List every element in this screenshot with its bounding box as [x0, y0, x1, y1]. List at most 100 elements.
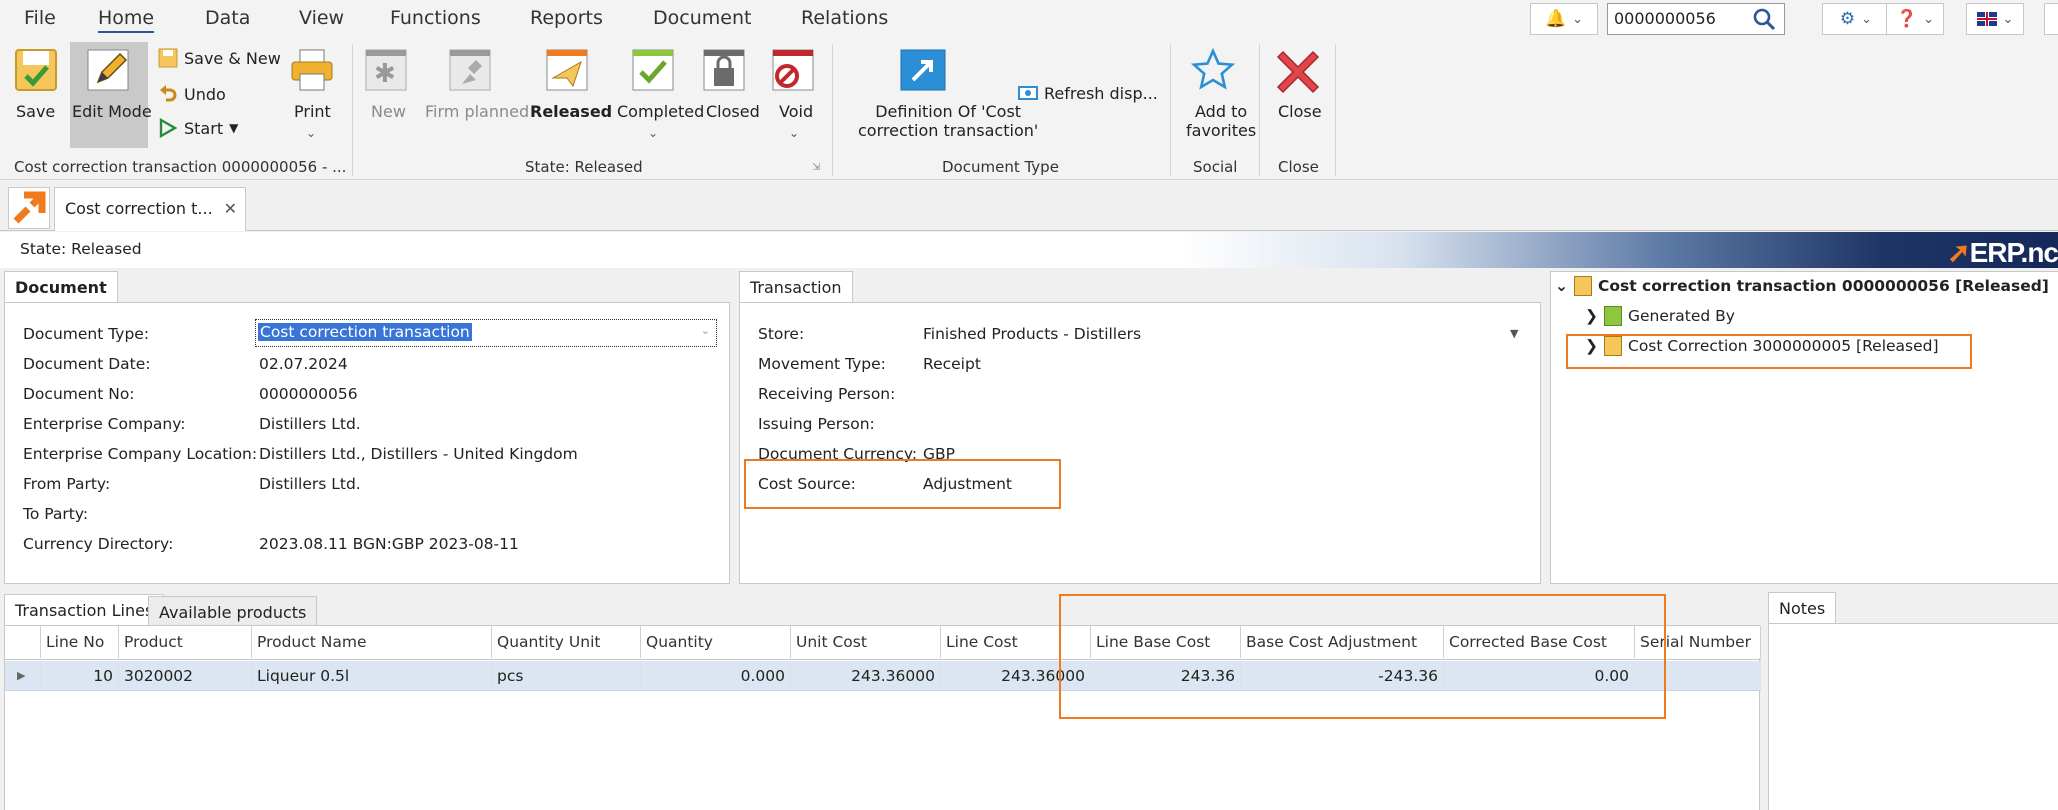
overflow-button[interactable] — [2044, 3, 2058, 35]
add-favorites-button[interactable]: Add to favorites — [1186, 102, 1256, 140]
close-button[interactable]: Close — [1278, 102, 1322, 121]
tab-notes[interactable]: Notes — [1768, 592, 1837, 624]
search-icon — [1753, 8, 1776, 31]
refresh-display-button[interactable]: Refresh disp... — [1018, 84, 1158, 103]
chevron-down-icon[interactable]: ⌄ — [1555, 277, 1568, 295]
definition-button[interactable]: Definition Of 'Cost correction transacti… — [858, 102, 1038, 140]
field-label-to-party: To Party: — [23, 505, 89, 523]
user-button[interactable]: ⚙ ⌄ — [1822, 3, 1890, 35]
tab-transaction-lines[interactable]: Transaction Lines — [4, 594, 165, 626]
tree-item-generated-by[interactable]: ❯ Generated By — [1585, 306, 1735, 326]
transaction-panel: Store: Finished Products - Distillers ▼ … — [739, 302, 1541, 584]
refresh-label: Refresh disp... — [1044, 84, 1158, 103]
menu-document[interactable]: Document — [653, 7, 751, 29]
state-text: State: Released — [20, 240, 142, 258]
field-label-movement-type: Movement Type: — [758, 355, 886, 373]
field-value-enterprise-company[interactable]: Distillers Ltd. — [259, 415, 361, 433]
save-button[interactable]: Save — [16, 102, 55, 121]
field-value-store[interactable]: Finished Products - Distillers — [923, 325, 1141, 343]
tab-document[interactable]: Document — [4, 271, 118, 303]
chevron-down-icon: ⌄ — [789, 126, 800, 140]
doc-tab-label: Cost correction t... — [65, 199, 213, 218]
menu-view[interactable]: View — [299, 7, 344, 29]
field-label-document-type: Document Type: — [23, 325, 150, 343]
tree-item-generated-by-label: Generated By — [1628, 307, 1735, 325]
col-header-product[interactable]: Product — [119, 626, 252, 658]
definition-label-1: Definition Of 'Cost — [875, 102, 1022, 121]
edit-mode-label: Edit Mode — [72, 102, 152, 121]
menu-functions[interactable]: Functions — [390, 7, 481, 29]
notes-panel[interactable] — [1768, 623, 2058, 810]
close-icon — [1275, 48, 1321, 98]
close-tab-icon[interactable]: ✕ — [224, 199, 237, 218]
field-value-document-no[interactable]: 0000000056 — [259, 385, 358, 403]
menu-reports[interactable]: Reports — [530, 7, 603, 29]
ribbon: Save Edit Mode Save & New Undo Start ▼ P… — [0, 38, 2058, 180]
field-value-currency-directory[interactable]: 2023.08.11 BGN:GBP 2023-08-11 — [259, 535, 519, 553]
ribbon-group-document: Cost correction transaction 0000000056 -… — [14, 158, 347, 176]
col-header-line-no[interactable]: Line No — [41, 626, 119, 658]
menu-file[interactable]: File — [24, 7, 56, 29]
new-button[interactable]: New — [371, 102, 406, 121]
field-label-enterprise-location: Enterprise Company Location: — [23, 445, 258, 463]
field-value-document-date[interactable]: 02.07.2024 — [259, 355, 348, 373]
col-header-product-name[interactable]: Product Name — [252, 626, 492, 658]
language-button[interactable]: ⌄ — [1966, 3, 2024, 35]
firm-planned-button[interactable]: Firm planned — [425, 102, 529, 121]
doc-tab-cost-correction[interactable]: Cost correction t... ✕ — [54, 187, 246, 231]
cell-quantity[interactable]: 0.000 — [641, 661, 791, 691]
released-button[interactable]: Released — [530, 102, 612, 121]
erp-logo: ➚ERP.nc — [1947, 236, 2058, 268]
col-header-unit-cost[interactable]: Unit Cost — [791, 626, 941, 658]
relations-tree-panel: ⌄ Cost correction transaction 0000000056… — [1550, 271, 2058, 584]
document-type-value: Cost correction transaction — [258, 323, 472, 341]
field-label-currency-directory: Currency Directory: — [23, 535, 174, 553]
menu-relations[interactable]: Relations — [801, 7, 888, 29]
store-dropdown-icon[interactable]: ▼ — [1510, 327, 1518, 340]
app-logo-icon[interactable] — [8, 187, 50, 229]
chevron-down-icon: ⌄ — [648, 126, 659, 140]
field-label-receiving-person: Receiving Person: — [758, 385, 896, 403]
save-new-button[interactable]: Save & New — [158, 48, 281, 68]
field-value-movement-type[interactable]: Receipt — [923, 355, 981, 373]
field-value-from-party[interactable]: Distillers Ltd. — [259, 475, 361, 493]
add-favorites-label-2: favorites — [1186, 121, 1257, 140]
pin-icon — [448, 48, 492, 96]
col-header-quantity-unit[interactable]: Quantity Unit — [492, 626, 641, 658]
help-button[interactable]: ❓ ⌄ — [1886, 3, 1944, 35]
ribbon-group-close: Close — [1278, 158, 1319, 176]
menu-home[interactable]: Home — [98, 7, 155, 33]
tree-root[interactable]: ⌄ Cost correction transaction 0000000056… — [1555, 276, 2049, 296]
chevron-right-icon[interactable]: ❯ — [1585, 307, 1598, 325]
printer-icon — [290, 48, 334, 96]
start-button[interactable]: Start ▼ — [158, 118, 238, 138]
uk-flag-icon — [1976, 12, 1997, 26]
void-button[interactable]: Void — [779, 102, 813, 121]
chevron-down-icon: ▼ — [229, 121, 239, 135]
undo-button[interactable]: Undo — [158, 84, 226, 104]
field-label-document-no: Document No: — [23, 385, 135, 403]
user-icon: ⚙ — [1839, 9, 1856, 29]
document-type-combo[interactable]: Cost correction transaction ⌄ — [255, 319, 717, 347]
tab-notes-label: Notes — [1779, 599, 1826, 618]
cell-quantity-unit[interactable]: pcs — [492, 661, 641, 691]
search-button[interactable] — [1748, 5, 1780, 33]
tab-transaction[interactable]: Transaction — [739, 271, 853, 303]
chevron-down-icon: ⌄ — [2002, 11, 2014, 27]
released-icon — [545, 48, 589, 96]
erp-logo-icon: ➚ — [1947, 237, 1970, 268]
cell-product-name[interactable]: Liqueur 0.5l — [252, 661, 492, 691]
tab-available-products[interactable]: Available products — [148, 596, 318, 626]
print-button[interactable]: Print — [294, 102, 331, 121]
field-value-enterprise-location[interactable]: Distillers Ltd., Distillers - United Kin… — [259, 445, 578, 463]
notifications-button[interactable]: 🔔 ⌄ — [1530, 3, 1598, 35]
col-header-quantity[interactable]: Quantity — [641, 626, 791, 658]
menu-data[interactable]: Data — [205, 7, 250, 29]
closed-button[interactable]: Closed — [706, 102, 760, 121]
completed-button[interactable]: Completed — [617, 102, 704, 121]
add-favorites-label-1: Add to — [1195, 102, 1248, 121]
cell-product[interactable]: 3020002 — [119, 661, 252, 691]
dialog-launcher-icon[interactable]: ⇲ — [812, 162, 820, 173]
cell-line-no[interactable]: 10 — [41, 661, 119, 691]
cell-unit-cost[interactable]: 243.36000 — [791, 661, 941, 691]
